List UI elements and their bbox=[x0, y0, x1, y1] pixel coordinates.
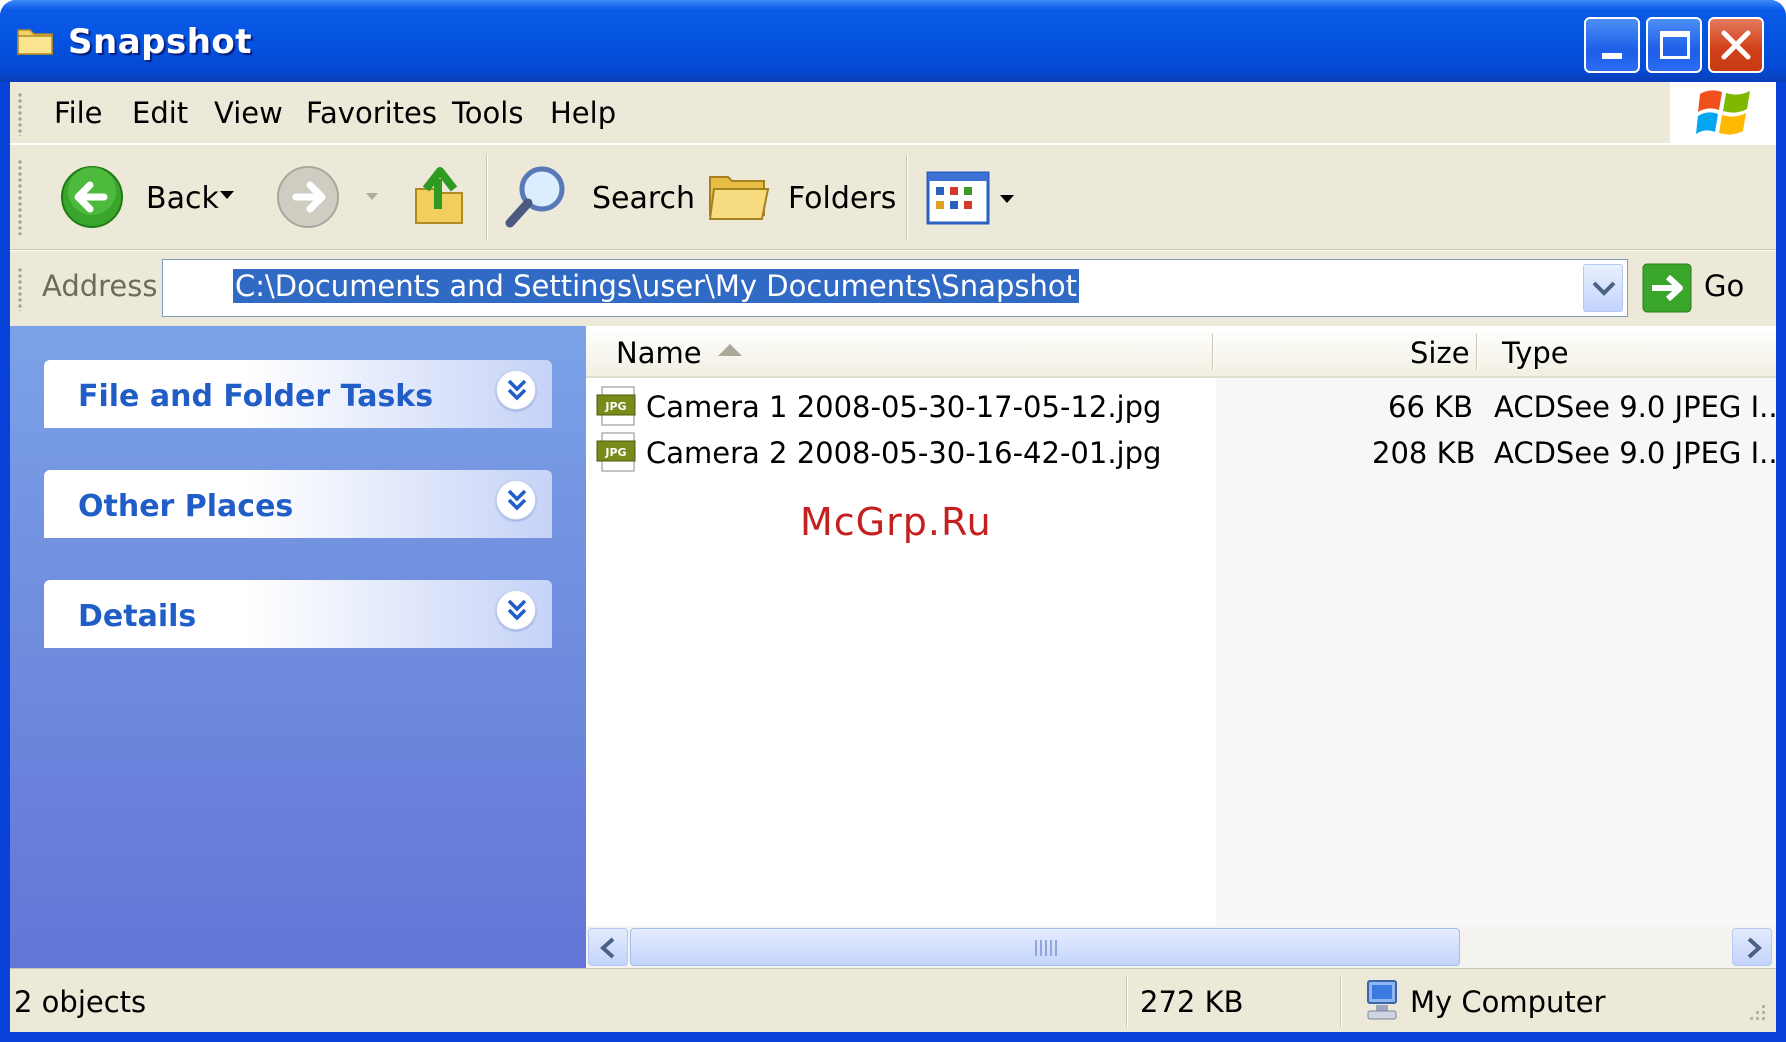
search-icon bbox=[505, 166, 565, 228]
toolbar-separator bbox=[486, 155, 488, 241]
scroll-right-button[interactable] bbox=[1732, 928, 1772, 966]
expand-chevron-icon[interactable] bbox=[496, 590, 536, 630]
go-button[interactable]: Go bbox=[1634, 257, 1764, 319]
column-header-size[interactable]: Size bbox=[1410, 336, 1470, 370]
panel-title: Other Places bbox=[78, 489, 294, 524]
file-type: ACDSee 9.0 JPEG I.. bbox=[1494, 436, 1778, 470]
status-size: 272 KB bbox=[1140, 985, 1244, 1019]
file-row[interactable]: JPG Camera 2 2008-05-30-16-42-01.jpg 208… bbox=[586, 430, 1778, 476]
file-size: 208 KB bbox=[1372, 436, 1476, 470]
address-dropdown-button[interactable] bbox=[1583, 264, 1623, 312]
views-icon bbox=[926, 171, 990, 225]
folders-label: Folders bbox=[788, 181, 897, 216]
panel-other-places[interactable]: Other Places bbox=[44, 470, 552, 538]
views-dropdown-icon bbox=[1000, 195, 1014, 203]
back-arrow-icon bbox=[61, 166, 123, 228]
menu-bar: File Edit View Favorites Tools Help bbox=[10, 82, 1776, 144]
close-icon bbox=[1721, 30, 1751, 60]
forward-button[interactable] bbox=[276, 165, 340, 229]
forward-arrow-icon bbox=[277, 166, 339, 228]
task-pane: File and Folder Tasks Other Places Detai… bbox=[10, 326, 586, 968]
file-size: 66 KB bbox=[1388, 390, 1474, 424]
column-header-name[interactable]: Name bbox=[616, 336, 702, 370]
panel-file-folder-tasks[interactable]: File and Folder Tasks bbox=[44, 360, 552, 428]
search-label: Search bbox=[592, 181, 696, 216]
column-divider[interactable] bbox=[1476, 334, 1478, 370]
standard-toolbar: Back Search Folders bbox=[10, 144, 1776, 250]
scroll-left-button[interactable] bbox=[588, 928, 628, 966]
expand-chevron-icon[interactable] bbox=[496, 480, 536, 520]
svg-text:JPG: JPG bbox=[604, 446, 626, 459]
file-name: Camera 1 2008-05-30-17-05-12.jpg bbox=[646, 390, 1162, 424]
watermark: McGrp.Ru bbox=[800, 500, 992, 544]
column-divider[interactable] bbox=[1212, 334, 1214, 370]
windows-logo-area bbox=[1670, 82, 1776, 144]
panel-title: File and Folder Tasks bbox=[78, 379, 434, 414]
up-folder-icon bbox=[415, 167, 463, 224]
folders-icon bbox=[708, 176, 770, 220]
window-title: Snapshot bbox=[68, 22, 253, 62]
chevron-down-icon bbox=[1592, 281, 1616, 296]
panel-details[interactable]: Details bbox=[44, 580, 552, 648]
folders-button[interactable]: Folders bbox=[706, 163, 896, 233]
column-header: Name Size Type bbox=[586, 326, 1776, 378]
back-label: Back bbox=[146, 181, 219, 216]
search-button[interactable]: Search bbox=[504, 163, 696, 233]
maximize-icon bbox=[1660, 31, 1690, 59]
addressbar-grip[interactable] bbox=[18, 267, 22, 311]
status-location: My Computer bbox=[1410, 985, 1606, 1019]
jpg-file-icon: JPG bbox=[596, 432, 636, 472]
forward-dropdown[interactable] bbox=[366, 193, 378, 200]
maximize-button[interactable] bbox=[1646, 17, 1702, 73]
expand-chevron-icon[interactable] bbox=[496, 370, 536, 410]
grip-lines-icon bbox=[1035, 940, 1057, 956]
sort-ascending-icon bbox=[718, 344, 742, 356]
horizontal-scrollbar[interactable] bbox=[586, 926, 1776, 968]
toolbar-separator bbox=[906, 155, 908, 241]
folder-icon bbox=[17, 29, 53, 55]
menu-favorites[interactable]: Favorites bbox=[306, 96, 437, 130]
resize-grip-icon[interactable] bbox=[1744, 1003, 1768, 1027]
my-computer-icon bbox=[1367, 980, 1397, 1020]
views-button[interactable] bbox=[926, 171, 1022, 227]
status-objects: 2 objects bbox=[14, 985, 147, 1019]
file-row[interactable]: JPG Camera 1 2008-05-30-17-05-12.jpg 66 … bbox=[586, 384, 1778, 430]
minimize-icon bbox=[1602, 53, 1622, 59]
file-name: Camera 2 2008-05-30-16-42-01.jpg bbox=[646, 436, 1162, 470]
menu-help[interactable]: Help bbox=[550, 96, 616, 130]
status-divider bbox=[1340, 975, 1342, 1027]
svg-text:JPG: JPG bbox=[604, 400, 626, 413]
jpg-file-icon: JPG bbox=[596, 386, 636, 426]
menubar-grip[interactable] bbox=[18, 92, 22, 136]
go-label: Go bbox=[1704, 269, 1745, 303]
menu-tools[interactable]: Tools bbox=[452, 96, 523, 130]
column-header-type[interactable]: Type bbox=[1502, 336, 1569, 370]
minimize-button[interactable] bbox=[1584, 17, 1640, 73]
scrollbar-thumb[interactable] bbox=[630, 928, 1460, 966]
toolbar-grip[interactable] bbox=[18, 159, 22, 235]
title-bar[interactable]: Snapshot bbox=[0, 0, 1786, 82]
windows-logo-icon bbox=[1696, 90, 1750, 135]
back-button[interactable]: Back bbox=[60, 163, 219, 233]
status-divider bbox=[1126, 975, 1128, 1027]
menu-file[interactable]: File bbox=[54, 96, 103, 130]
address-label: Address bbox=[42, 269, 158, 303]
status-bar: 2 objects 272 KB My Computer bbox=[10, 968, 1776, 1032]
chevron-left-icon bbox=[600, 937, 615, 959]
chevron-right-icon bbox=[1747, 937, 1762, 959]
menu-view[interactable]: View bbox=[214, 96, 283, 130]
file-type: ACDSee 9.0 JPEG I.. bbox=[1494, 390, 1778, 424]
address-value: C:\Documents and Settings\user\My Docume… bbox=[233, 269, 1079, 303]
close-button[interactable] bbox=[1708, 17, 1764, 73]
menu-edit[interactable]: Edit bbox=[132, 96, 188, 130]
panel-title: Details bbox=[78, 599, 197, 634]
up-folder-button[interactable] bbox=[410, 159, 470, 235]
file-list: Name Size Type JPG Camera 1 2008-05-30-1… bbox=[586, 326, 1778, 968]
back-dropdown[interactable] bbox=[220, 191, 234, 199]
address-bar: Address C:\Documents and Settings\user\M… bbox=[10, 250, 1776, 326]
address-input[interactable]: C:\Documents and Settings\user\My Docume… bbox=[162, 259, 1628, 317]
explorer-window: Snapshot File Edit View Favorites Tools … bbox=[0, 0, 1786, 1042]
go-arrow-icon bbox=[1642, 263, 1692, 313]
